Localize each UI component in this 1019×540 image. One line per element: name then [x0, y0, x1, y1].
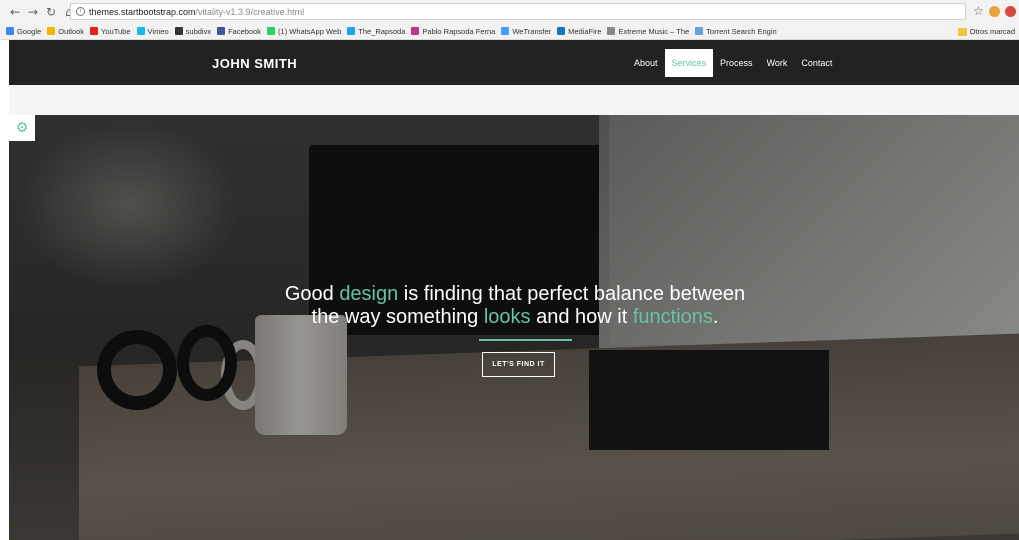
nav-link-about[interactable]: About [627, 49, 665, 77]
headline-text: Good [284, 283, 340, 305]
bookmark-label: Vimeo [147, 26, 169, 36]
bookmark-label: subdivx [185, 26, 212, 36]
bookmark-label: Google [17, 26, 42, 36]
extension-icon[interactable] [1005, 6, 1016, 17]
bookmark-favicon-icon [90, 27, 99, 35]
headline-accent: looks [483, 306, 531, 328]
reload-icon[interactable]: ↻ [44, 5, 58, 19]
bookmark-favicon-icon [136, 27, 145, 35]
bookmark-label: MediaFire [568, 26, 602, 36]
bookmark-item[interactable]: Outlook [47, 27, 84, 36]
nav-link-work[interactable]: Work [760, 49, 795, 77]
other-bookmarks-label: Otros marcad [969, 27, 1015, 36]
bookmark-item[interactable]: Vimeo [136, 26, 169, 36]
bookmark-item[interactable]: Google [6, 27, 41, 36]
bookmark-favicon-icon [411, 27, 420, 35]
bookmark-item[interactable]: subdivx [174, 26, 212, 36]
forward-arrow-icon[interactable]: → [26, 5, 40, 19]
bookmark-label: Facebook [228, 26, 262, 36]
bookmark-favicon-icon [557, 27, 566, 35]
site-navbar: JOHN SMITH About Services Process Work Conta… [9, 40, 1019, 85]
back-arrow-icon[interactable]: ← [8, 5, 22, 19]
bookmark-label: YouTube [101, 26, 131, 36]
bookmark-star-icon[interactable]: ☆ [973, 4, 984, 18]
nav-link-contact[interactable]: Contact [794, 49, 839, 77]
bookmark-label: (1) WhatsApp Web [278, 26, 342, 36]
bookmark-favicon-icon [217, 27, 226, 35]
headline-text: is finding that perfect balance between [398, 283, 746, 305]
bookmark-item[interactable]: Facebook [217, 27, 261, 36]
gear-icon[interactable]: ⚙ [9, 115, 35, 141]
bookmark-item[interactable]: (1) WhatsApp Web [267, 27, 341, 36]
bookmark-item[interactable]: Pablo Rapsoda Ferna [411, 27, 495, 36]
top-strip [9, 85, 1019, 115]
bookmark-favicon-icon [267, 27, 276, 35]
bookmark-item[interactable]: Extreme Music – The [607, 27, 689, 36]
bookmark-favicon-icon [6, 27, 14, 35]
bookmark-label: The_Rapsoda [358, 26, 406, 36]
extension-icon[interactable] [989, 6, 1000, 17]
nav-link-process[interactable]: Process [713, 49, 760, 77]
nav-links: About Services Process Work Contact [627, 49, 839, 77]
folder-icon [957, 27, 967, 36]
bookmark-label: Outlook [58, 26, 85, 36]
bookmark-favicon-icon [695, 27, 704, 35]
bookmark-favicon-icon [47, 27, 56, 35]
bookmark-favicon-icon [501, 27, 510, 35]
brand-logo[interactable]: JOHN SMITH [212, 56, 297, 71]
lets-find-it-button[interactable]: LET'S FIND IT [482, 352, 555, 377]
other-bookmarks[interactable]: Otros marcad [957, 23, 1019, 39]
bookmark-label: WeTransfer [512, 26, 552, 36]
info-icon[interactable]: i [76, 7, 85, 16]
bookmark-item[interactable]: The_Rapsoda [347, 27, 405, 36]
bookmark-favicon-icon [174, 27, 183, 35]
url-host: themes.startbootstrap.com [89, 6, 196, 17]
url-path: /vitality-v1.3.9/creative.html [195, 6, 305, 17]
bookmark-item[interactable]: WeTransfer [501, 27, 551, 36]
bookmark-favicon-icon [347, 27, 356, 35]
bookmark-item[interactable]: MediaFire [557, 27, 601, 36]
hero-headline: Good design is finding that perfect bala… [230, 283, 800, 329]
bookmark-label: Pablo Rapsoda Ferna [422, 26, 496, 36]
bookmark-item[interactable]: YouTube [90, 26, 131, 36]
bookmark-item[interactable]: Torrent Search Engin [695, 26, 777, 36]
headline-accent: design [339, 283, 399, 305]
headline-text: . [712, 306, 719, 328]
bookmark-label: Extreme Music – The [618, 26, 690, 36]
browser-toolbar: ← → ↻ ⌂ i themes.startbootstrap.com/vita… [0, 0, 1019, 23]
bookmark-favicon-icon [607, 27, 616, 35]
hero-divider [479, 339, 572, 341]
address-bar[interactable]: i themes.startbootstrap.com/vitality-v1.… [70, 3, 966, 20]
headline-text: the way something [311, 306, 484, 328]
nav-link-services[interactable]: Services [664, 49, 714, 77]
bookmark-label: Torrent Search Engin [706, 26, 777, 36]
bookmarks-bar: Google Outlook YouTube Vimeo subdivx Facebook… [0, 23, 1019, 40]
headline-accent: functions [632, 306, 713, 328]
headline-text: and how it [530, 306, 633, 328]
